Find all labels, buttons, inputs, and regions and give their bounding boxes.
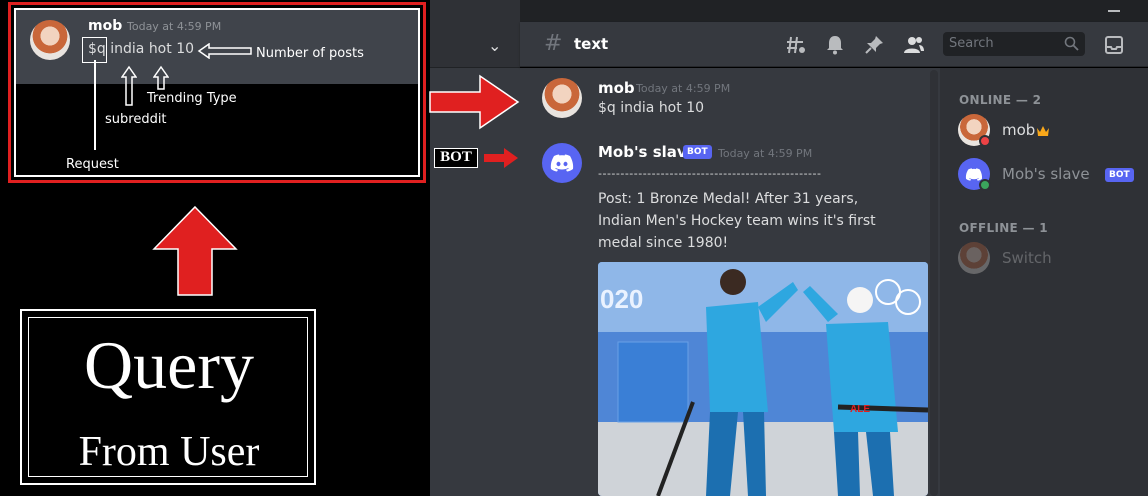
window-titlebar <box>520 0 1148 22</box>
query-from-user-box: Query From User <box>20 309 316 485</box>
online-header: ONLINE — 2 <box>959 93 1042 107</box>
message-timestamp: Today at 4:59 PM <box>718 147 813 160</box>
bot-badge: BOT <box>683 145 712 159</box>
message-text: Indian Men's Hockey team wins it's first <box>598 213 876 229</box>
image-text: ALE <box>850 404 870 415</box>
message-timestamp: Today at 4:59 PM <box>127 20 222 33</box>
screenshot-root: ⌄ mob Today at 4:59 PM $q india hot 10 N… <box>0 0 1148 496</box>
image-text: 020 <box>600 284 643 314</box>
avatar[interactable] <box>542 143 582 183</box>
crown-icon <box>1037 126 1049 136</box>
member-name: Mob's slave <box>1002 165 1090 183</box>
label-trending-type: Trending Type <box>147 91 237 106</box>
message-author[interactable]: mob <box>598 79 635 97</box>
query-inner-frame: Query From User <box>28 317 308 477</box>
dnd-status-icon <box>979 135 991 147</box>
label-subreddit: subreddit <box>105 112 167 127</box>
right-arrow-icon <box>484 148 518 168</box>
search-input[interactable]: Search <box>943 32 1085 56</box>
request-pointer-line <box>94 60 96 150</box>
member-item[interactable]: mob <box>958 114 1138 150</box>
up-arrow-icon <box>153 65 169 90</box>
cropped-message-box: mob Today at 4:59 PM $q india hot 10 Num… <box>8 2 426 183</box>
right-arrow-icon <box>429 74 520 130</box>
avatar[interactable] <box>542 78 582 118</box>
discord-logo-icon <box>550 154 574 172</box>
channel-name: text <box>574 35 609 53</box>
up-arrow-icon <box>152 205 238 296</box>
member-list: ONLINE — 2 mob Mob's slave BOT OFFLINE —… <box>940 68 1148 496</box>
message-divider: ----------------------------------------… <box>598 167 822 180</box>
avatar <box>958 242 990 274</box>
threads-icon[interactable] <box>785 34 807 56</box>
hashtag-icon: # <box>544 31 563 56</box>
hockey-players-image: 020 ALE <box>598 262 928 496</box>
avatar <box>30 20 70 60</box>
query-subtitle: From User <box>78 429 260 475</box>
member-name: Switch <box>1002 249 1052 267</box>
member-name: mob <box>1002 121 1036 139</box>
members-icon[interactable] <box>903 34 925 56</box>
embed-image[interactable]: 020 ALE <box>598 262 928 496</box>
query-title: Query <box>84 327 254 403</box>
bell-icon[interactable] <box>824 34 846 56</box>
member-item[interactable]: Mob's slave BOT <box>958 158 1138 194</box>
member-item[interactable]: Switch <box>958 242 1138 278</box>
message-text: Post: 1 Bronze Medal! After 31 years, <box>598 191 859 207</box>
bot-tag: BOT <box>434 148 478 168</box>
inbox-icon[interactable] <box>1103 34 1125 56</box>
search-icon <box>1064 36 1079 51</box>
bot-badge: BOT <box>1105 168 1134 182</box>
up-arrow-icon <box>121 65 137 106</box>
message-text: medal since 1980! <box>598 235 729 251</box>
message-text: $q india hot 10 <box>598 100 705 116</box>
minimize-icon[interactable] <box>1108 4 1120 16</box>
discord-logo-icon <box>965 167 983 181</box>
channel-header: # text Search <box>520 22 1148 67</box>
message-author: mob <box>88 18 123 34</box>
offline-header: OFFLINE — 1 <box>959 221 1048 235</box>
chevron-down-icon[interactable]: ⌄ <box>488 36 501 55</box>
chat-scrollbar[interactable] <box>930 70 938 496</box>
message-timestamp: Today at 4:59 PM <box>636 82 731 95</box>
label-request: Request <box>66 157 119 172</box>
cropped-message-frame: mob Today at 4:59 PM $q india hot 10 Num… <box>14 8 420 177</box>
online-status-icon <box>979 179 991 191</box>
pin-icon[interactable] <box>863 34 885 56</box>
server-header <box>430 0 520 68</box>
chat-messages: mob Today at 4:59 PM $q india hot 10 Mob… <box>520 68 940 496</box>
search-placeholder: Search <box>949 36 994 51</box>
left-arrow-icon <box>197 43 252 59</box>
label-number-of-posts: Number of posts <box>256 46 364 61</box>
